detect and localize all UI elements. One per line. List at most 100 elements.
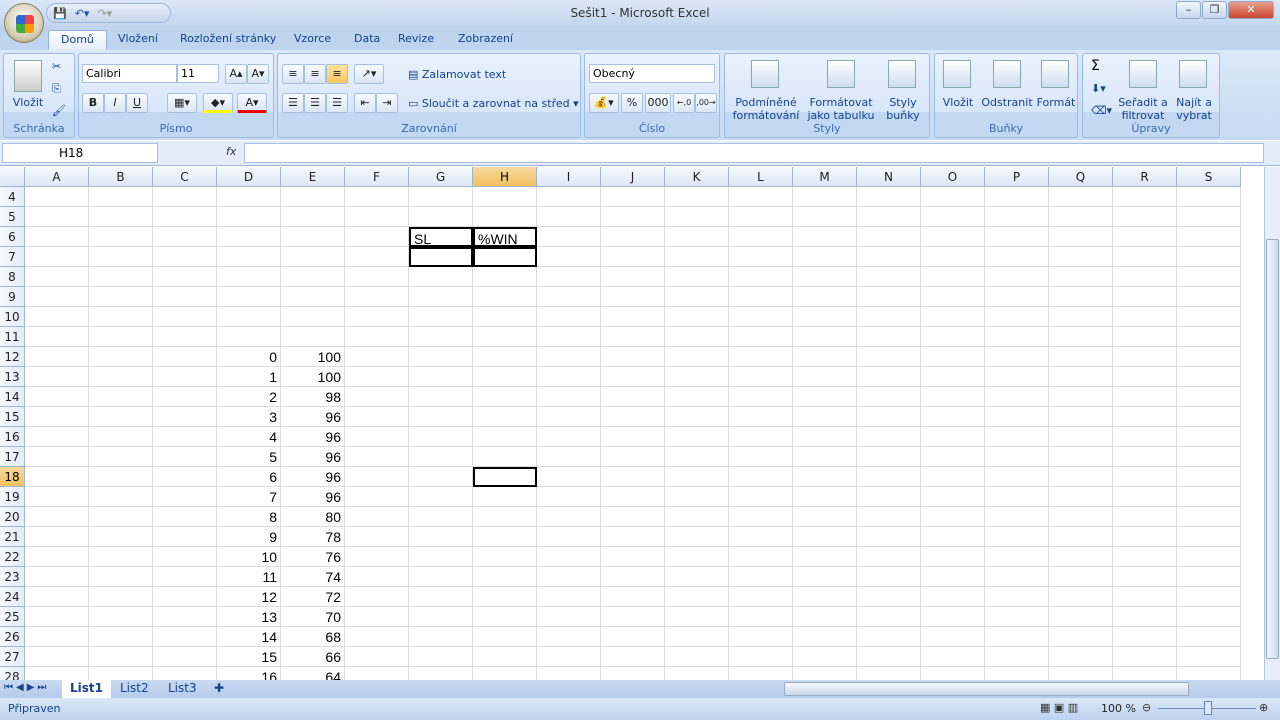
sheet-tab-list3[interactable]: List3 — [160, 680, 205, 698]
cell-A20[interactable] — [25, 507, 89, 527]
cell-Q18[interactable] — [1049, 467, 1113, 487]
row-header-16[interactable]: 16 — [0, 427, 25, 447]
cell-S24[interactable] — [1177, 587, 1241, 607]
cell-S16[interactable] — [1177, 427, 1241, 447]
percent-button[interactable]: % — [621, 93, 643, 113]
cell-O19[interactable] — [921, 487, 985, 507]
column-header-C[interactable]: C — [153, 167, 217, 187]
cell-E17[interactable]: 96 — [281, 447, 345, 467]
cell-H11[interactable] — [473, 327, 537, 347]
cell-R17[interactable] — [1113, 447, 1177, 467]
cell-H12[interactable] — [473, 347, 537, 367]
cell-M11[interactable] — [793, 327, 857, 347]
cell-E6[interactable] — [281, 227, 345, 247]
cell-N21[interactable] — [857, 527, 921, 547]
cell-D26[interactable]: 14 — [217, 627, 281, 647]
cell-S13[interactable] — [1177, 367, 1241, 387]
cell-G7[interactable] — [409, 247, 473, 267]
cell-J18[interactable] — [601, 467, 665, 487]
cell-I27[interactable] — [537, 647, 601, 667]
cell-D16[interactable]: 4 — [217, 427, 281, 447]
cell-R28[interactable] — [1113, 667, 1177, 680]
cell-R13[interactable] — [1113, 367, 1177, 387]
format-painter-icon[interactable]: 🖌 — [52, 104, 66, 117]
column-header-M[interactable]: M — [793, 167, 857, 187]
cell-O21[interactable] — [921, 527, 985, 547]
cell-J11[interactable] — [601, 327, 665, 347]
cell-J10[interactable] — [601, 307, 665, 327]
name-box[interactable]: H18 — [2, 143, 158, 163]
format-as-table-button[interactable]: Formátovat jako tabulku — [803, 96, 879, 122]
row-header-24[interactable]: 24 — [0, 587, 25, 607]
cell-G13[interactable] — [409, 367, 473, 387]
cell-I10[interactable] — [537, 307, 601, 327]
cell-J21[interactable] — [601, 527, 665, 547]
cell-L15[interactable] — [729, 407, 793, 427]
cell-J22[interactable] — [601, 547, 665, 567]
cell-Q27[interactable] — [1049, 647, 1113, 667]
cell-P10[interactable] — [985, 307, 1049, 327]
cell-Q15[interactable] — [1049, 407, 1113, 427]
cell-Q14[interactable] — [1049, 387, 1113, 407]
cell-S7[interactable] — [1177, 247, 1241, 267]
cell-A27[interactable] — [25, 647, 89, 667]
cell-R22[interactable] — [1113, 547, 1177, 567]
cell-H28[interactable] — [473, 667, 537, 680]
cell-C21[interactable] — [153, 527, 217, 547]
cell-M12[interactable] — [793, 347, 857, 367]
row-header-10[interactable]: 10 — [0, 307, 25, 327]
cell-H16[interactable] — [473, 427, 537, 447]
cell-P14[interactable] — [985, 387, 1049, 407]
cell-K27[interactable] — [665, 647, 729, 667]
cell-H10[interactable] — [473, 307, 537, 327]
cell-S27[interactable] — [1177, 647, 1241, 667]
cell-L17[interactable] — [729, 447, 793, 467]
office-button[interactable] — [4, 3, 44, 43]
cell-M28[interactable] — [793, 667, 857, 680]
cell-C28[interactable] — [153, 667, 217, 680]
cell-K19[interactable] — [665, 487, 729, 507]
cell-K25[interactable] — [665, 607, 729, 627]
cell-P20[interactable] — [985, 507, 1049, 527]
cell-S26[interactable] — [1177, 627, 1241, 647]
cell-Q20[interactable] — [1049, 507, 1113, 527]
cell-Q11[interactable] — [1049, 327, 1113, 347]
cell-L7[interactable] — [729, 247, 793, 267]
cell-J27[interactable] — [601, 647, 665, 667]
cell-B9[interactable] — [89, 287, 153, 307]
cell-J9[interactable] — [601, 287, 665, 307]
column-header-O[interactable]: O — [921, 167, 985, 187]
cell-K20[interactable] — [665, 507, 729, 527]
cell-O27[interactable] — [921, 647, 985, 667]
zoom-out-button[interactable]: ⊖ — [1142, 701, 1151, 714]
formula-input[interactable] — [244, 143, 1264, 163]
row-header-20[interactable]: 20 — [0, 507, 25, 527]
insert-cells-button[interactable]: Vložit — [937, 96, 979, 109]
cell-D11[interactable] — [217, 327, 281, 347]
insert-sheet-button[interactable]: ✚ — [206, 680, 232, 698]
align-center-button[interactable]: ☰ — [304, 93, 326, 113]
cell-K26[interactable] — [665, 627, 729, 647]
fill-icon[interactable]: ⬇▾ — [1091, 82, 1106, 95]
cell-I14[interactable] — [537, 387, 601, 407]
font-size-select[interactable]: 11 — [177, 64, 219, 83]
cell-O9[interactable] — [921, 287, 985, 307]
tab-5[interactable]: Data — [342, 30, 392, 50]
cell-Q25[interactable] — [1049, 607, 1113, 627]
cell-C23[interactable] — [153, 567, 217, 587]
cell-M21[interactable] — [793, 527, 857, 547]
cell-A18[interactable] — [25, 467, 89, 487]
cell-O10[interactable] — [921, 307, 985, 327]
cell-M26[interactable] — [793, 627, 857, 647]
cell-I11[interactable] — [537, 327, 601, 347]
cell-B14[interactable] — [89, 387, 153, 407]
cell-R25[interactable] — [1113, 607, 1177, 627]
cell-M24[interactable] — [793, 587, 857, 607]
cell-C15[interactable] — [153, 407, 217, 427]
cell-F28[interactable] — [345, 667, 409, 680]
cell-A26[interactable] — [25, 627, 89, 647]
cell-G4[interactable] — [409, 187, 473, 207]
cell-R9[interactable] — [1113, 287, 1177, 307]
column-header-G[interactable]: G — [409, 167, 473, 187]
cell-S21[interactable] — [1177, 527, 1241, 547]
